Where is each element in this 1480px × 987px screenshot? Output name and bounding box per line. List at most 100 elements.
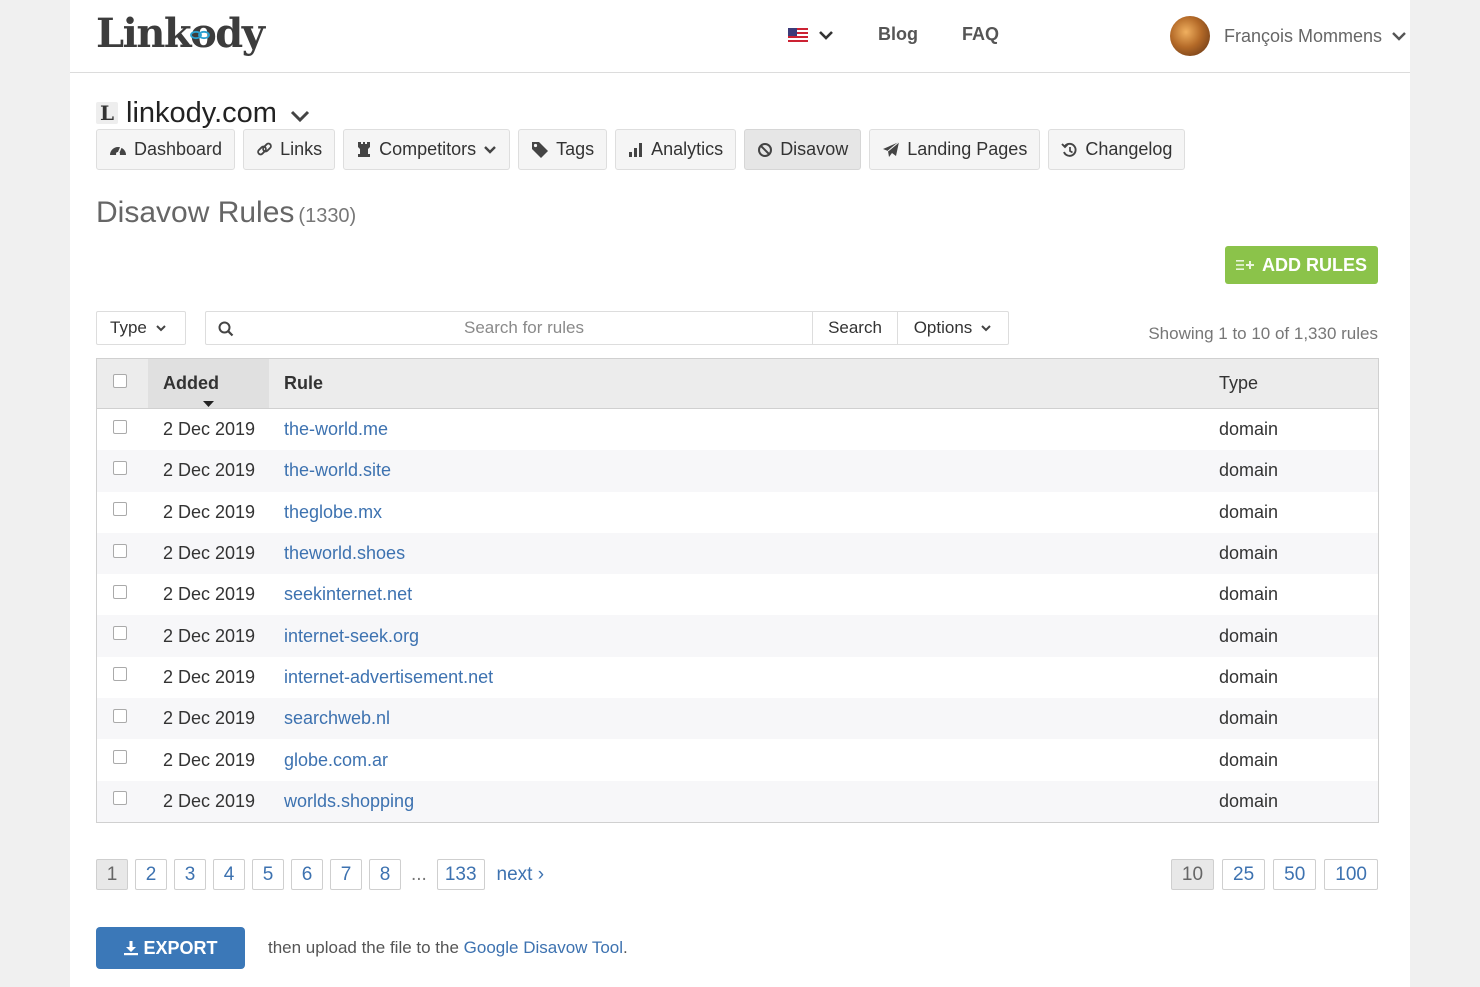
site-favicon-icon: L [96, 101, 118, 125]
added-date: 2 Dec 2019 [163, 666, 256, 687]
language-selector[interactable] [788, 22, 834, 48]
row-checkbox[interactable] [113, 584, 127, 599]
rule-link[interactable]: searchweb.nl [284, 708, 390, 729]
rule-type: domain [1219, 501, 1279, 522]
tab-tags[interactable]: Tags [518, 129, 608, 170]
chevron-down-icon [981, 324, 992, 331]
table-row: 2 Dec 2019 the-world.me domain [97, 409, 1378, 450]
tab-competitors[interactable]: Competitors [343, 129, 511, 170]
row-checkbox[interactable] [113, 708, 127, 723]
tab-label: Dashboard [134, 139, 223, 159]
tab-links[interactable]: Links [243, 129, 336, 170]
added-date: 2 Dec 2019 [163, 584, 256, 605]
rule-link[interactable]: the-world.site [284, 460, 391, 481]
options-dropdown[interactable]: Options [898, 312, 1008, 344]
rule-link[interactable]: globe.com.ar [284, 750, 388, 771]
user-menu[interactable]: François Mommens [1170, 14, 1407, 58]
page-button-3[interactable]: 3 [174, 859, 206, 890]
table-row: 2 Dec 2019 the-world.site domain [97, 450, 1378, 492]
tab-analytics[interactable]: Analytics [615, 129, 737, 170]
row-checkbox[interactable] [113, 626, 127, 641]
tab-label: Links [280, 139, 323, 159]
row-select-cell [113, 612, 127, 653]
page-button-2[interactable]: 2 [135, 859, 167, 890]
add-rules-button[interactable]: ADD RULES [1225, 246, 1378, 284]
faq-link[interactable]: FAQ [962, 24, 999, 45]
rules-table: Added Rule Type 2 Dec 2019 the-world.me … [96, 358, 1379, 823]
added-date: 2 Dec 2019 [163, 419, 256, 440]
page-button-8[interactable]: 8 [369, 859, 401, 890]
type-filter-dropdown[interactable]: Type [96, 311, 186, 345]
select-all-checkbox[interactable] [113, 373, 127, 388]
page-button-7[interactable]: 7 [330, 859, 362, 890]
tab-label: Analytics [651, 139, 724, 159]
bar-chart-icon [629, 143, 643, 157]
column-header-added[interactable]: Added [148, 359, 269, 408]
tab-changelog[interactable]: Changelog [1048, 129, 1186, 170]
top-navbar: Linkody Blog FAQ François Mommens [70, 0, 1410, 73]
rule-link[interactable]: worlds.shopping [284, 791, 414, 812]
next-page-link[interactable]: next › [492, 859, 550, 890]
options-label: Options [913, 318, 973, 337]
rule-type: domain [1219, 666, 1279, 687]
page: Linkody Blog FAQ François Mommens L link… [70, 0, 1410, 987]
dashboard-icon [110, 146, 126, 156]
search-button[interactable]: Search [813, 312, 898, 344]
tab-label: Landing Pages [907, 139, 1028, 159]
page-size-50[interactable]: 50 [1273, 859, 1317, 890]
avatar[interactable] [1170, 16, 1210, 56]
search-bar: Search Options [205, 311, 1009, 345]
search-field [206, 312, 813, 344]
google-disavow-tool-link[interactable]: Google Disavow Tool [464, 938, 623, 957]
row-checkbox[interactable] [113, 460, 127, 475]
added-date: 2 Dec 2019 [163, 708, 256, 729]
table-row: 2 Dec 2019 internet-seek.org domain [97, 612, 1378, 657]
row-checkbox[interactable] [113, 502, 127, 517]
add-list-icon [1235, 260, 1254, 270]
search-input[interactable] [206, 312, 812, 344]
rule-type: domain [1219, 460, 1279, 481]
row-checkbox[interactable] [113, 791, 127, 806]
rule-link[interactable]: theglobe.mx [284, 502, 382, 523]
page-size-25[interactable]: 25 [1222, 859, 1266, 890]
site-selector[interactable]: L linkody.com [96, 96, 311, 130]
row-select-cell [113, 695, 127, 736]
rule-link[interactable]: internet-seek.org [284, 626, 419, 647]
chevron-down-icon [156, 324, 166, 331]
table-row: 2 Dec 2019 theglobe.mx domain [97, 492, 1378, 533]
row-checkbox[interactable] [113, 750, 127, 765]
tab-label: Competitors [379, 139, 477, 159]
row-checkbox[interactable] [113, 543, 127, 558]
page-size-10[interactable]: 10 [1170, 859, 1215, 890]
ban-icon [758, 142, 773, 157]
select-all-cell [113, 359, 127, 408]
page-button-6[interactable]: 6 [291, 859, 323, 890]
page-button-5[interactable]: 5 [252, 859, 284, 890]
page-size-100[interactable]: 100 [1324, 859, 1378, 890]
page-button-4[interactable]: 4 [213, 859, 245, 890]
row-checkbox[interactable] [113, 667, 127, 682]
rule-link[interactable]: internet-advertisement.net [284, 667, 493, 688]
linkody-logo[interactable]: Linkody [96, 10, 265, 57]
tab-dashboard[interactable]: Dashboard [96, 129, 236, 170]
history-icon [1061, 142, 1077, 157]
rule-link[interactable]: seekinternet.net [284, 584, 412, 605]
row-checkbox[interactable] [113, 419, 127, 434]
page-ellipsis: ... [411, 863, 427, 885]
table-header: Added Rule Type [97, 359, 1378, 409]
page-button-1[interactable]: 1 [96, 859, 128, 890]
tab-landing-pages[interactable]: Landing Pages [869, 129, 1041, 170]
export-note: then upload the file to the Google Disav… [268, 938, 628, 957]
page-button-last[interactable]: 133 [436, 859, 485, 890]
column-header-type[interactable]: Type [1219, 359, 1258, 408]
rule-link[interactable]: the-world.me [284, 419, 388, 440]
export-button[interactable]: EXPORT [96, 927, 245, 969]
blog-link[interactable]: Blog [878, 24, 918, 45]
tag-icon [532, 142, 549, 158]
rule-link[interactable]: theworld.shoes [284, 543, 405, 564]
tab-label: Changelog [1085, 139, 1173, 159]
tab-disavow[interactable]: Disavow [744, 129, 862, 170]
rule-type: domain [1219, 584, 1279, 605]
column-header-rule[interactable]: Rule [284, 359, 323, 408]
page-size-selector: 10 25 50 100 [1170, 859, 1378, 890]
